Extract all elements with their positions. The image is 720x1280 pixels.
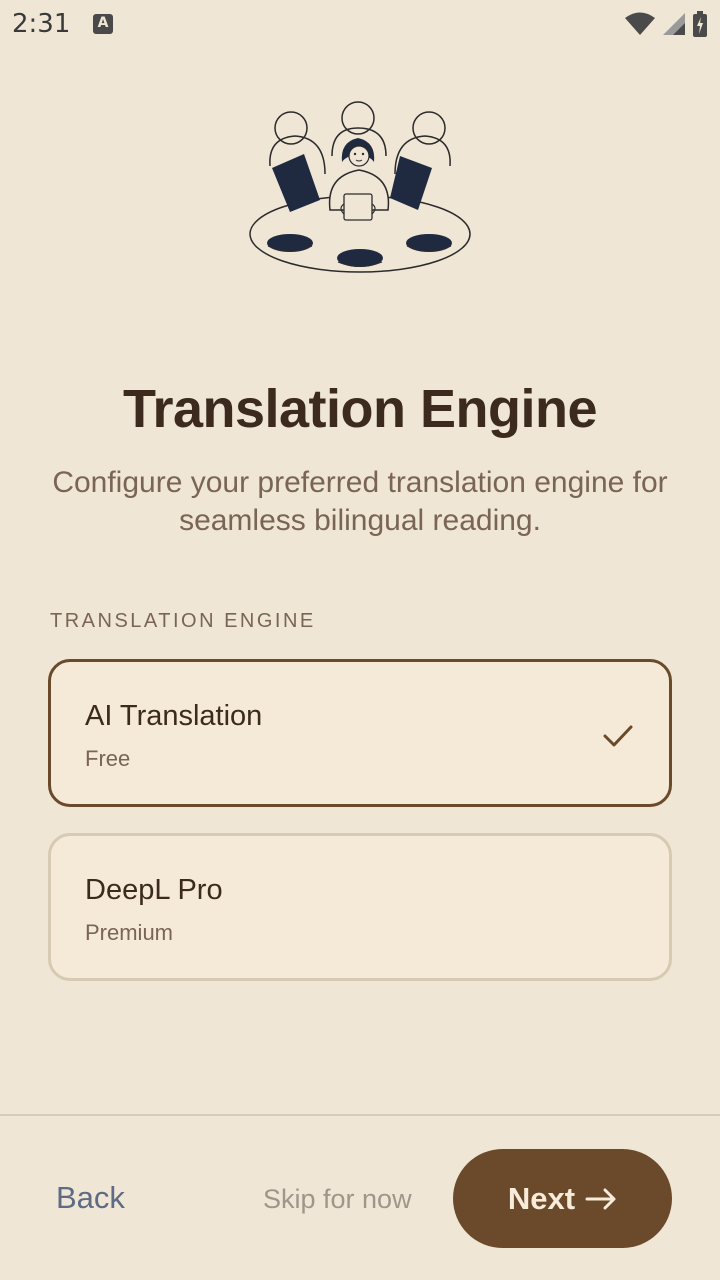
option-subtitle: Premium [85, 920, 174, 945]
option-subtitle: Free [85, 746, 131, 771]
status-icons [624, 10, 708, 38]
option-title: DeepL Pro [85, 874, 223, 906]
check-icon [603, 725, 633, 747]
page-subtitle: Configure your preferred translation eng… [52, 466, 668, 537]
status-bar: 2:31 A [0, 0, 720, 48]
next-button[interactable]: Next [453, 1149, 672, 1248]
next-button-label: Next [507, 1180, 576, 1216]
footer-divider [0, 1114, 720, 1116]
back-button[interactable]: Back [56, 1180, 125, 1216]
section-label: TRANSLATION ENGINE [50, 610, 316, 632]
option-title: AI Translation [85, 700, 263, 732]
notification-a-icon: A [93, 14, 113, 34]
arrow-right-icon [585, 1188, 616, 1209]
signal-icon [663, 13, 685, 35]
skip-button[interactable]: Skip for now [263, 1184, 412, 1215]
team-meeting-illustration [249, 101, 471, 273]
page-title: Translation Engine [122, 379, 598, 439]
status-time: 2:31 [12, 9, 71, 39]
option-ai-translation[interactable]: AI Translation Free [48, 659, 672, 807]
wifi-icon [625, 12, 655, 35]
battery-icon [693, 11, 707, 37]
option-deepl-pro[interactable]: DeepL Pro Premium [48, 833, 672, 981]
